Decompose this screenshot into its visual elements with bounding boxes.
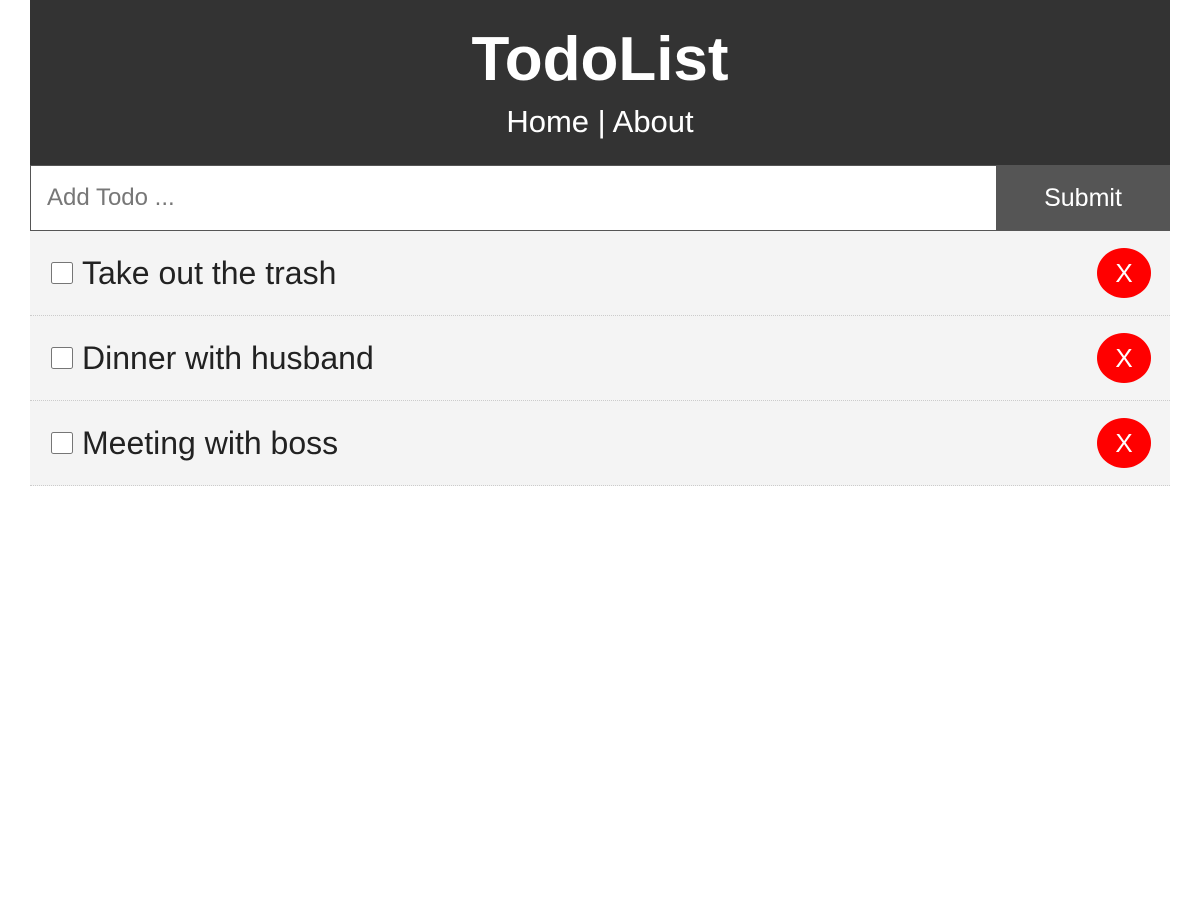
- todo-item: Dinner with husband X: [30, 316, 1170, 401]
- todo-title: Dinner with husband: [82, 339, 374, 376]
- nav-separator: |: [597, 104, 606, 139]
- todo-checkbox[interactable]: [51, 347, 73, 369]
- todo-checkbox[interactable]: [51, 262, 73, 284]
- nav-about-link[interactable]: About: [613, 104, 694, 139]
- nav-home-link[interactable]: Home: [506, 104, 589, 139]
- submit-button[interactable]: Submit: [996, 165, 1170, 231]
- todo-title: Meeting with boss: [82, 424, 339, 461]
- todo-item: Take out the trash X: [30, 231, 1170, 316]
- todo-item: Meeting with boss X: [30, 401, 1170, 486]
- delete-todo-button[interactable]: X: [1097, 333, 1151, 383]
- todo-list: Take out the trash X Dinner with husband…: [30, 231, 1170, 486]
- delete-todo-button[interactable]: X: [1097, 418, 1151, 468]
- delete-todo-button[interactable]: X: [1097, 248, 1151, 298]
- todo-checkbox[interactable]: [51, 432, 73, 454]
- add-todo-form: Submit: [30, 165, 1170, 231]
- todo-title: Take out the trash: [82, 254, 337, 291]
- todo-app: TodoList Home | About Submit Take out th…: [30, 0, 1170, 486]
- nav-links: Home | About: [30, 102, 1170, 142]
- add-todo-input[interactable]: [30, 165, 996, 231]
- app-header: TodoList Home | About: [30, 0, 1170, 165]
- page-title: TodoList: [471, 25, 729, 94]
